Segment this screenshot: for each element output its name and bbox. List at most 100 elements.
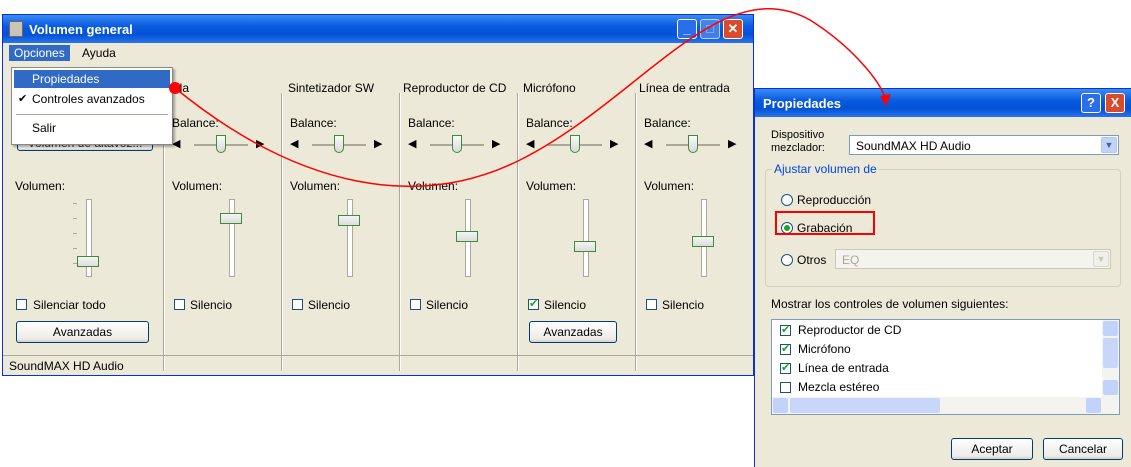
mute-checkbox[interactable]: ✔ — [528, 299, 539, 310]
balance-slider-thumb[interactable] — [688, 135, 698, 153]
annotation-highlight-box — [775, 211, 875, 235]
mixer-device-select[interactable]: SoundMAX HD Audio ▼ — [849, 135, 1119, 155]
radio-reproduccion[interactable] — [781, 194, 793, 206]
volume-control-window: Volumen general _ □ ✕ Opciones Ayuda Vol… — [2, 14, 754, 376]
speaker-right-icon: ▶ — [492, 138, 501, 150]
balance-slider-thumb[interactable] — [216, 135, 226, 153]
tick-mark — [73, 248, 77, 249]
scroll-hthumb[interactable] — [790, 398, 940, 413]
scroll-down-button[interactable] — [1103, 380, 1118, 395]
radio-otros[interactable] — [781, 254, 793, 266]
balance-label: Balance: — [644, 116, 691, 130]
mute-label: Silencio — [190, 298, 233, 312]
cancel-button[interactable]: Cancelar — [1043, 438, 1123, 460]
dialog-close-button[interactable]: X — [1105, 93, 1125, 113]
menu-item-salir[interactable]: Salir — [14, 119, 170, 137]
scroll-left-button[interactable] — [773, 398, 788, 413]
advanced-label: Avanzadas — [52, 325, 113, 339]
advanced-label: Avanzadas — [543, 325, 603, 339]
channel-header: Línea de entrada — [639, 81, 730, 95]
opciones-menu: Propiedades ✔ Controles avanzados Salir — [11, 67, 173, 145]
column-divider — [281, 93, 283, 371]
speaker-left-icon: ◀ — [526, 138, 535, 150]
volume-track[interactable] — [347, 199, 353, 277]
tick-mark — [73, 233, 77, 234]
list-item-label: Micrófono — [798, 342, 851, 356]
ok-label: Aceptar — [971, 442, 1013, 456]
cancel-label: Cancelar — [1058, 442, 1108, 456]
balance-slider-thumb[interactable] — [570, 135, 580, 153]
scroll-right-button[interactable] — [1086, 398, 1101, 413]
list-item-label: Línea de entrada — [798, 361, 889, 375]
dialog-title: Propiedades — [763, 96, 842, 111]
speaker-right-icon: ▶ — [610, 138, 619, 150]
list-item-checkbox[interactable]: ✔ — [780, 344, 791, 355]
controles-label: Controles avanzados — [32, 92, 145, 106]
channel-header: Reproductor de CD — [403, 81, 507, 95]
mute-checkbox[interactable] — [292, 299, 303, 310]
minimize-button[interactable]: _ — [677, 19, 697, 39]
volume-slider-thumb[interactable] — [692, 236, 714, 247]
list-item-checkbox[interactable] — [780, 382, 791, 393]
horizontal-scrollbar[interactable] — [772, 397, 1119, 414]
list-item-checkbox[interactable]: ✔ — [780, 363, 791, 374]
mixer-label-line2: mezclador: — [771, 142, 825, 154]
scroll-thumb[interactable] — [1103, 338, 1118, 368]
volume-track[interactable] — [583, 199, 589, 277]
chevron-down-icon: ▼ — [1093, 251, 1109, 267]
controls-listbox[interactable]: ✔ Reproductor de CD ✔ Micrófono ✔ Línea de en… — [771, 319, 1120, 415]
vertical-scrollbar[interactable] — [1102, 320, 1119, 397]
chevron-down-icon: ▼ — [1101, 137, 1117, 153]
maximize-button[interactable]: □ — [700, 19, 720, 39]
propiedades-label: Propiedades — [32, 72, 100, 86]
status-text: SoundMAX HD Audio — [9, 359, 124, 373]
volume-slider-thumb[interactable] — [220, 213, 242, 224]
volume-label: Volumen: — [408, 179, 459, 193]
checkmark-icon: ✔ — [18, 93, 28, 105]
balance-slider-thumb[interactable] — [452, 135, 462, 153]
reproduccion-label: Reproducción — [797, 193, 872, 207]
list-item-label: Mezcla estéreo — [798, 380, 880, 394]
mute-label: Silencio — [426, 298, 469, 312]
menu-ayuda[interactable]: Ayuda — [77, 45, 121, 61]
volume-slider-thumb[interactable] — [338, 215, 360, 226]
column-divider — [399, 93, 401, 371]
mute-label: Silencio — [662, 298, 705, 312]
speaker-right-icon: ▶ — [728, 138, 737, 150]
speaker-right-icon: ▶ — [374, 138, 383, 150]
mute-all-label: Silenciar todo — [33, 298, 106, 312]
mute-all-checkbox[interactable] — [16, 299, 27, 310]
list-item-checkbox[interactable]: ✔ — [780, 325, 791, 336]
mute-checkbox[interactable] — [410, 299, 421, 310]
scroll-up-button[interactable] — [1103, 321, 1118, 336]
menu-item-controles-avanzados[interactable]: ✔ Controles avanzados — [14, 90, 170, 108]
advanced-button[interactable]: Avanzadas — [16, 321, 149, 343]
balance-label: Balance: — [526, 116, 573, 130]
volume-slider-thumb[interactable] — [456, 231, 478, 242]
speaker-left-icon: ◀ — [408, 138, 417, 150]
advanced-button-mic[interactable]: Avanzadas — [529, 321, 617, 343]
close-button[interactable]: ✕ — [723, 19, 743, 39]
dialog-title-bar[interactable]: Propiedades ? X — [755, 89, 1131, 117]
balance-slider-thumb[interactable] — [334, 135, 344, 153]
volume-slider-thumb[interactable] — [574, 241, 596, 252]
volume-slider-thumb[interactable] — [77, 256, 99, 267]
help-button[interactable]: ? — [1081, 93, 1101, 113]
volume-label: Volumen: — [526, 179, 577, 193]
menu-item-propiedades[interactable]: Propiedades — [14, 70, 170, 88]
volume-label: Volumen: — [15, 179, 66, 193]
tick-mark — [73, 203, 77, 204]
mute-label: Silencio — [544, 298, 587, 312]
menu-opciones[interactable]: Opciones — [9, 45, 70, 61]
speaker-right-icon: ▶ — [256, 138, 265, 150]
ok-button[interactable]: Aceptar — [951, 438, 1033, 460]
speaker-left-icon: ◀ — [644, 138, 653, 150]
channel-header: Micrófono — [523, 81, 576, 95]
title-bar[interactable]: Volumen general _ □ ✕ — [3, 15, 753, 43]
mute-checkbox[interactable] — [174, 299, 185, 310]
channel-header: Sintetizador SW — [288, 81, 375, 95]
otros-select[interactable]: EQ ▼ — [835, 249, 1111, 269]
mute-checkbox[interactable] — [646, 299, 657, 310]
speaker-left-icon: ◀ — [172, 138, 181, 150]
volume-track[interactable] — [229, 199, 235, 277]
